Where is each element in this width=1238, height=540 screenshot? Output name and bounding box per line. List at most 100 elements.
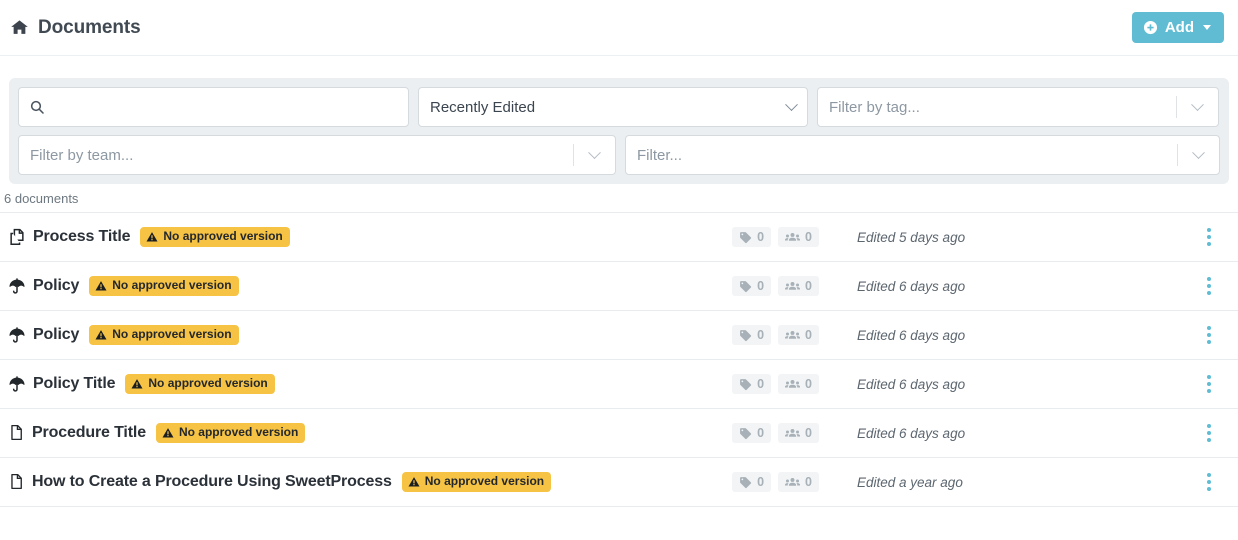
- status-badge-label: No approved version: [178, 425, 299, 440]
- page-header: Documents Add: [0, 0, 1238, 56]
- file-icon: [8, 424, 25, 441]
- kebab-dot: [1207, 424, 1211, 428]
- table-row[interactable]: How to Create a Procedure Using SweetPro…: [0, 458, 1238, 507]
- search-icon: [29, 99, 45, 115]
- chevron-down-icon: [1191, 145, 1205, 159]
- kebab-dot: [1207, 473, 1211, 477]
- team-count-chip: 0: [778, 227, 819, 247]
- kebab-dot: [1207, 284, 1211, 288]
- kebab-dot: [1207, 480, 1211, 484]
- filter-row-bottom: Filter by team... Filter...: [18, 135, 1220, 175]
- status-badge: No approved version: [401, 472, 552, 492]
- kebab-dot: [1207, 375, 1211, 379]
- tag-filter-toggle[interactable]: [1176, 88, 1218, 126]
- document-title[interactable]: Procedure Title: [32, 424, 146, 442]
- document-count: 6 documents: [4, 191, 79, 206]
- status-badge-label: No approved version: [163, 229, 283, 244]
- team-count-chip: 0: [778, 472, 819, 492]
- team-count-value: 0: [805, 279, 812, 293]
- tag-count-value: 0: [757, 426, 765, 440]
- kebab-dot: [1207, 438, 1211, 442]
- row-actions-menu-button[interactable]: [1192, 366, 1226, 402]
- edited-timestamp: Edited 5 days ago: [857, 229, 966, 245]
- table-row[interactable]: Procedure Title No approved version 0 0 …: [0, 409, 1238, 458]
- search-field[interactable]: [18, 87, 409, 127]
- team-count-value: 0: [805, 377, 812, 391]
- row-actions-menu-button[interactable]: [1192, 415, 1226, 451]
- document-title[interactable]: Policy Title: [33, 375, 116, 393]
- warning-triangle-icon: [95, 329, 107, 341]
- document-main: Policy No approved version: [8, 325, 732, 345]
- document-meta: 0 0 Edited 6 days ago: [732, 317, 1226, 353]
- plus-circle-icon: [1143, 20, 1158, 35]
- team-count-value: 0: [805, 426, 812, 440]
- team-count-value: 0: [805, 475, 812, 489]
- status-badge: No approved version: [89, 325, 239, 345]
- team-count-chip: 0: [778, 374, 819, 394]
- table-row[interactable]: Policy No approved version 0 0 Edited 6 …: [0, 311, 1238, 360]
- warning-triangle-icon: [408, 476, 420, 488]
- kebab-dot: [1207, 228, 1211, 232]
- status-badge-label: No approved version: [112, 327, 232, 342]
- kebab-dot: [1207, 277, 1211, 281]
- warning-triangle-icon: [162, 427, 174, 439]
- table-row[interactable]: Process Title No approved version 0 0 Ed…: [0, 213, 1238, 262]
- chevron-down-icon: [587, 145, 601, 159]
- kebab-dot: [1207, 431, 1211, 435]
- document-main: Policy Title No approved version: [8, 374, 732, 394]
- file-icon: [8, 473, 25, 490]
- team-count-value: 0: [805, 328, 812, 342]
- document-title[interactable]: How to Create a Procedure Using SweetPro…: [32, 473, 392, 491]
- tag-count-chip: 0: [732, 227, 772, 247]
- search-input[interactable]: [53, 98, 398, 116]
- team-count-chip: 0: [778, 423, 819, 443]
- edited-timestamp: Edited 6 days ago: [857, 327, 966, 343]
- tag-count-value: 0: [757, 279, 765, 293]
- kebab-dot: [1207, 340, 1211, 344]
- row-actions-menu-button[interactable]: [1192, 268, 1226, 304]
- kebab-dot: [1207, 389, 1211, 393]
- tag-filter-placeholder: Filter by tag...: [829, 98, 920, 116]
- team-filter-placeholder: Filter by team...: [30, 146, 134, 164]
- table-row[interactable]: Policy Title No approved version 0 0 Edi…: [0, 360, 1238, 409]
- tag-count-chip: 0: [732, 276, 772, 296]
- document-meta: 0 0 Edited a year ago: [732, 464, 1226, 500]
- document-title[interactable]: Process Title: [33, 228, 131, 246]
- tag-filter[interactable]: Filter by tag...: [817, 87, 1219, 127]
- tag-count-chip: 0: [732, 472, 772, 492]
- page-title: Documents: [10, 17, 141, 39]
- home-icon: [10, 18, 29, 37]
- team-filter[interactable]: Filter by team...: [18, 135, 616, 175]
- status-badge: No approved version: [155, 423, 306, 443]
- umbrella-icon: [8, 277, 26, 295]
- document-main: How to Create a Procedure Using SweetPro…: [8, 472, 732, 492]
- chevron-down-icon: [785, 97, 798, 111]
- caret-down-icon: [1203, 25, 1211, 30]
- document-title[interactable]: Policy: [33, 277, 79, 295]
- chevron-down-icon: [1190, 97, 1204, 111]
- documents-page: Documents Add Recently Edited Filter by …: [0, 0, 1238, 540]
- generic-filter[interactable]: Filter...: [625, 135, 1220, 175]
- generic-filter-toggle[interactable]: [1177, 136, 1219, 174]
- row-actions-menu-button[interactable]: [1192, 317, 1226, 353]
- tag-count-chip: 0: [732, 325, 772, 345]
- add-button-label: Add: [1164, 19, 1194, 36]
- warning-triangle-icon: [131, 378, 143, 390]
- status-badge: No approved version: [140, 227, 290, 247]
- row-actions-menu-button[interactable]: [1192, 464, 1226, 500]
- edited-timestamp: Edited a year ago: [857, 474, 963, 490]
- filters-section: Recently Edited Filter by tag... Filter …: [0, 56, 1238, 184]
- document-title[interactable]: Policy: [33, 326, 79, 344]
- row-actions-menu-button[interactable]: [1192, 219, 1226, 255]
- table-row[interactable]: Policy No approved version 0 0 Edited 6 …: [0, 262, 1238, 311]
- add-button[interactable]: Add: [1131, 12, 1224, 43]
- sort-select[interactable]: Recently Edited: [418, 87, 808, 127]
- kebab-dot: [1207, 235, 1211, 239]
- tag-count-chip: 0: [732, 374, 772, 394]
- team-count-chip: 0: [778, 276, 819, 296]
- document-main: Policy No approved version: [8, 276, 732, 296]
- generic-filter-placeholder: Filter...: [637, 146, 683, 164]
- team-filter-toggle[interactable]: [573, 136, 615, 174]
- filters-panel: Recently Edited Filter by tag... Filter …: [9, 78, 1229, 184]
- document-meta: 0 0 Edited 6 days ago: [732, 268, 1226, 304]
